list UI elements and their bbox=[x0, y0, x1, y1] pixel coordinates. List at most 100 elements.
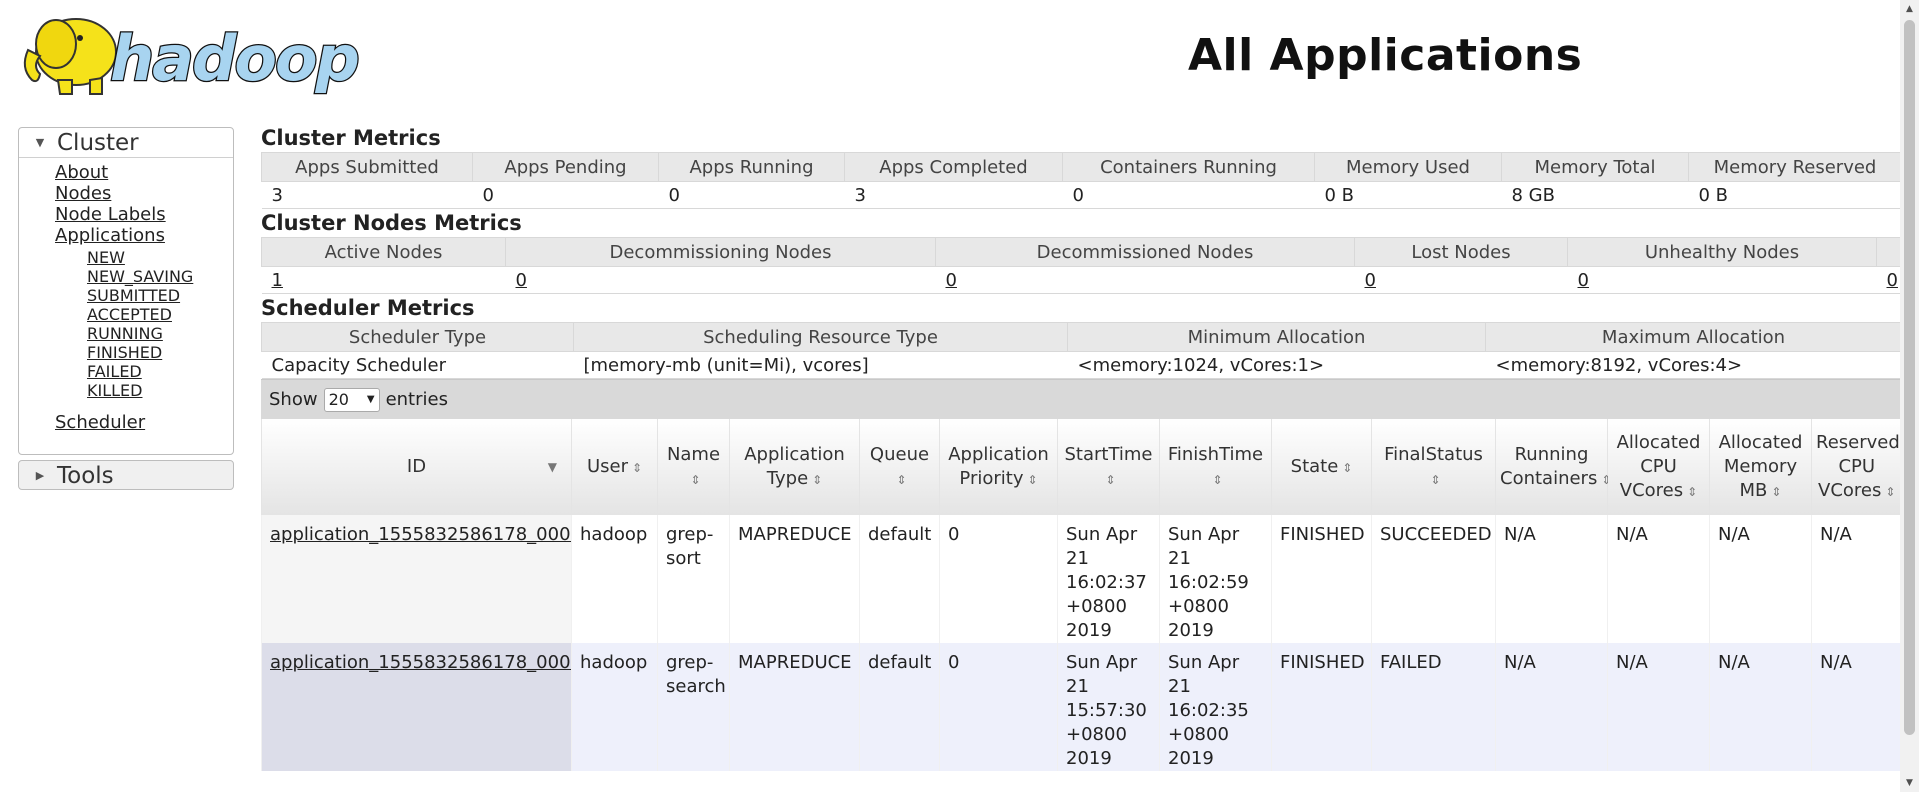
column-name[interactable]: Name ⇕ bbox=[657, 419, 730, 515]
value-apps-pending: 0 bbox=[472, 181, 659, 209]
value-containers-running: 0 bbox=[1062, 181, 1315, 209]
column-application-type[interactable]: Application Type ⇕ bbox=[729, 419, 860, 515]
nav-state-submitted-link[interactable]: SUBMITTED bbox=[87, 286, 180, 305]
sort-icon: ⇕ bbox=[1430, 472, 1441, 487]
header-apps-pending: Apps Pending bbox=[472, 152, 659, 182]
cluster-panel-header[interactable]: ▼ Cluster bbox=[19, 128, 233, 158]
column-id[interactable]: ID ▼ bbox=[261, 419, 572, 515]
value-memory-reserved: 0 B bbox=[1688, 181, 1902, 209]
nav-state-killed-link[interactable]: KILLED bbox=[87, 381, 142, 400]
column-start-time[interactable]: StartTime ⇕ bbox=[1057, 419, 1160, 515]
column-user[interactable]: User ⇕ bbox=[571, 419, 658, 515]
header-lost-nodes: Lost Nodes bbox=[1354, 237, 1568, 267]
value-scheduling-resource-type: [memory-mb (unit=Mi), vcores] bbox=[573, 351, 1068, 379]
column-final-status[interactable]: FinalStatus ⇕ bbox=[1371, 419, 1496, 515]
column-queue[interactable]: Queue ⇕ bbox=[859, 419, 940, 515]
header-minimum-allocation: Minimum Allocation bbox=[1067, 322, 1486, 352]
cell-reserved-cpu: N/A bbox=[1811, 515, 1902, 643]
nav-applications-link[interactable]: Applications bbox=[55, 225, 165, 246]
cell-application-type: MAPREDUCE bbox=[729, 643, 860, 771]
cell-allocated-memory: N/A bbox=[1709, 515, 1812, 643]
column-finish-time[interactable]: FinishTime ⇕ bbox=[1159, 419, 1272, 515]
scroll-up-icon[interactable]: ▲ bbox=[1900, 0, 1919, 18]
nodes-metrics-table: Active Nodes Decommissioning Nodes Decom… bbox=[261, 237, 1902, 294]
nav-state-accepted-link[interactable]: ACCEPTED bbox=[87, 305, 172, 324]
value-apps-running: 0 bbox=[658, 181, 845, 209]
scheduler-metrics-title: Scheduler Metrics bbox=[261, 296, 475, 320]
cell-name: grep-search bbox=[657, 643, 730, 771]
nav-node-labels-link[interactable]: Node Labels bbox=[55, 204, 166, 225]
cell-running-containers: N/A bbox=[1495, 515, 1608, 643]
cell-name: grep-sort bbox=[657, 515, 730, 643]
value-memory-used: 0 B bbox=[1314, 181, 1502, 209]
show-label: Show bbox=[269, 389, 318, 410]
value-unhealthy-nodes-link[interactable]: 0 bbox=[1578, 270, 1589, 291]
value-rebooted-nodes-link[interactable]: 0 bbox=[1887, 270, 1898, 291]
header-active-nodes: Active Nodes bbox=[261, 237, 506, 267]
cell-allocated-memory: N/A bbox=[1709, 643, 1812, 771]
value-decommissioned-nodes-link[interactable]: 0 bbox=[946, 270, 957, 291]
vertical-scrollbar[interactable]: ▲ ▼ bbox=[1900, 0, 1919, 792]
value-active-nodes-link[interactable]: 1 bbox=[272, 270, 283, 291]
cell-final-status: SUCCEEDED bbox=[1371, 515, 1496, 643]
application-id-link[interactable]: application_1555832586178_0003 bbox=[270, 652, 572, 673]
cell-user: hadoop bbox=[571, 643, 658, 771]
header-memory-used: Memory Used bbox=[1314, 152, 1502, 182]
value-apps-submitted: 3 bbox=[261, 181, 473, 209]
sort-icon: ⇕ bbox=[1687, 484, 1698, 499]
value-memory-total: 8 GB bbox=[1501, 181, 1689, 209]
page-size-value: 20 bbox=[328, 390, 349, 409]
scroll-down-icon[interactable]: ▼ bbox=[1900, 774, 1919, 792]
cell-queue: default bbox=[859, 643, 940, 771]
value-maximum-allocation: <memory:8192, vCores:4> bbox=[1485, 351, 1902, 379]
entries-label: entries bbox=[385, 389, 448, 410]
triangle-down-icon: ▼ bbox=[35, 135, 45, 149]
nav-about-link[interactable]: About bbox=[55, 162, 108, 183]
sort-icon: ⇕ bbox=[812, 472, 823, 487]
column-allocated-memory-mb[interactable]: Allocated Memory MB ⇕ bbox=[1709, 419, 1812, 515]
sort-icon: ⇕ bbox=[1027, 472, 1038, 487]
header-containers-running: Containers Running bbox=[1062, 152, 1315, 182]
header-memory-total: Memory Total bbox=[1501, 152, 1689, 182]
tools-label: Tools bbox=[57, 463, 114, 489]
column-allocated-cpu-vcores[interactable]: Allocated CPU VCores ⇕ bbox=[1607, 419, 1710, 515]
column-running-containers[interactable]: Running Containers ⇕ bbox=[1495, 419, 1611, 515]
nav-state-failed-link[interactable]: FAILED bbox=[87, 362, 142, 381]
application-id-link[interactable]: application_1555832586178_0004 bbox=[270, 524, 572, 545]
page-title: All Applications bbox=[1188, 30, 1583, 81]
column-reserved-cpu-vcores[interactable]: Reserved CPU VCores ⇕ bbox=[1811, 419, 1902, 515]
nav-nodes-link[interactable]: Nodes bbox=[55, 183, 111, 204]
hadoop-logo[interactable]: hadoop bbox=[18, 8, 398, 100]
header-decommissioned-nodes: Decommissioned Nodes bbox=[935, 237, 1355, 267]
nav-scheduler-link[interactable]: Scheduler bbox=[55, 412, 145, 433]
scrollbar-thumb[interactable] bbox=[1904, 20, 1915, 735]
cluster-metrics-table: Apps Submitted Apps Pending Apps Running… bbox=[261, 152, 1902, 209]
header-apps-submitted: Apps Submitted bbox=[261, 152, 473, 182]
cell-start-time: Sun Apr 21 16:02:37 +0800 2019 bbox=[1057, 515, 1160, 643]
header-decommissioning-nodes: Decommissioning Nodes bbox=[505, 237, 936, 267]
page-size-select[interactable]: 20 ▼ bbox=[323, 387, 380, 412]
sort-icon: ⇕ bbox=[1105, 472, 1116, 487]
cell-user: hadoop bbox=[571, 515, 658, 643]
header-scheduling-resource-type: Scheduling Resource Type bbox=[573, 322, 1068, 352]
cell-final-status: FAILED bbox=[1371, 643, 1496, 771]
tools-nav-panel[interactable]: ▶ Tools bbox=[18, 460, 234, 490]
cell-running-containers: N/A bbox=[1495, 643, 1608, 771]
sort-icon: ⇕ bbox=[690, 472, 701, 487]
value-lost-nodes-link[interactable]: 0 bbox=[1365, 270, 1376, 291]
table-row: application_1555832586178_0003 hadoop gr… bbox=[261, 643, 1902, 771]
value-apps-completed: 3 bbox=[844, 181, 1063, 209]
column-application-priority[interactable]: Application Priority ⇕ bbox=[939, 419, 1058, 515]
nav-state-new-link[interactable]: NEW bbox=[87, 248, 125, 267]
value-decommissioning-nodes-link[interactable]: 0 bbox=[516, 270, 527, 291]
nav-state-new-saving-link[interactable]: NEW_SAVING bbox=[87, 267, 193, 286]
table-length-control: Show 20 ▼ entries bbox=[261, 379, 1901, 419]
tools-panel-header[interactable]: ▶ Tools bbox=[19, 461, 233, 491]
nav-state-finished-link[interactable]: FINISHED bbox=[87, 343, 162, 362]
column-state[interactable]: State ⇕ bbox=[1271, 419, 1372, 515]
cluster-label: Cluster bbox=[57, 129, 139, 156]
nav-state-running-link[interactable]: RUNNING bbox=[87, 324, 163, 343]
header-rebooted-nodes bbox=[1876, 237, 1902, 267]
sort-icon: ⇕ bbox=[1212, 472, 1223, 487]
sort-icon: ⇕ bbox=[1771, 484, 1782, 499]
